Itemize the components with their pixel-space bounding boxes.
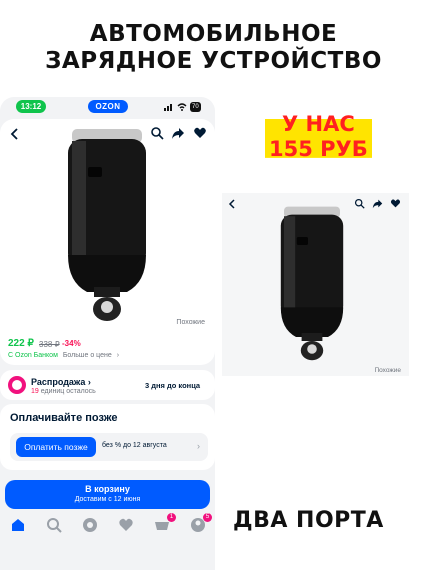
promo-line-2: 155 РУБ xyxy=(269,137,368,161)
cart-tab[interactable]: 1 xyxy=(154,513,176,533)
second-product-photo: Похожие xyxy=(222,193,409,376)
share-icon xyxy=(372,199,383,209)
favorites-icon[interactable] xyxy=(118,517,134,533)
product-photo xyxy=(68,129,146,321)
footer-caption: ДВА ПОРТА xyxy=(233,508,384,533)
discount-badge: -34% xyxy=(62,339,81,348)
price-more-link[interactable]: Больше о цене xyxy=(63,352,112,359)
sale-ring-icon xyxy=(8,376,26,394)
headline-line-2: ЗАРЯДНОЕ УСТРОЙСТВО xyxy=(45,48,382,74)
system-icons: 70 xyxy=(164,101,201,113)
home-icon[interactable] xyxy=(10,517,26,533)
chevron-right-icon: › xyxy=(116,352,120,359)
ozon-points-icon[interactable] xyxy=(82,517,98,533)
profile-tab[interactable]: 5 xyxy=(190,513,212,533)
pay-later-row[interactable]: Оплатить позже без % до 12 августа › xyxy=(10,433,208,461)
product-photo xyxy=(280,206,344,361)
profile-badge: 5 xyxy=(203,513,212,522)
search-tab-icon[interactable] xyxy=(46,517,62,533)
bank-label: С Ozon Банком xyxy=(8,352,58,359)
promo-price-banner: У НАС 155 РУБ xyxy=(265,110,372,164)
product-card: Похожие 222 ₽ 338 ₽ -34% С Ozon Банком Б… xyxy=(0,119,215,365)
phone-screenshot: 13:12 OZON 70 Похожие 222 ₽ 338 ₽ -34% С… xyxy=(0,97,215,570)
battery-icon: 70 xyxy=(190,102,201,112)
sale-title: Распродажа › xyxy=(31,377,91,387)
heart-icon xyxy=(390,199,401,208)
cart-button-label: В корзину xyxy=(85,484,130,494)
status-bar: 13:12 OZON 70 xyxy=(0,97,215,117)
similar-label[interactable]: Похожие xyxy=(176,319,205,326)
status-time: 13:12 xyxy=(16,100,46,113)
pay-later-button[interactable]: Оплатить позже xyxy=(16,437,96,457)
signal-icon xyxy=(164,104,172,111)
price: 222 ₽ xyxy=(8,338,34,349)
ozon-logo: OZON xyxy=(88,100,128,113)
pay-later-card: Оплачивайте позже Оплатить позже без % д… xyxy=(0,404,215,470)
delivery-date: Доставим с 12 июня xyxy=(74,496,141,503)
back-arrow-icon xyxy=(228,199,235,209)
bottom-tab-bar: 1 5 xyxy=(0,513,215,535)
back-arrow-icon[interactable] xyxy=(8,127,22,141)
cart-badge: 1 xyxy=(167,513,176,522)
old-price: 338 ₽ xyxy=(39,340,60,349)
sale-units-left: 19 единиц осталось xyxy=(31,388,96,395)
headline-line-1: АВТОМОБИЛЬНОЕ xyxy=(89,21,338,47)
pay-later-note: без % до 12 августа xyxy=(102,442,167,449)
promo-line-1: У НАС xyxy=(282,112,355,136)
wifi-icon xyxy=(177,103,187,111)
sale-countdown: 3 дня до конца xyxy=(145,381,201,390)
similar-label: Похожие xyxy=(374,367,401,374)
pay-later-title: Оплачивайте позже xyxy=(10,412,118,424)
add-to-cart-button[interactable]: В корзину Доставим с 12 июня xyxy=(5,480,210,509)
bank-price-row[interactable]: С Ozon Банком Больше о цене › xyxy=(8,352,119,359)
chevron-right-icon: › xyxy=(197,441,200,451)
heart-icon[interactable] xyxy=(193,126,207,140)
sale-card[interactable]: Распродажа › 19 единиц осталось 3 дня до… xyxy=(0,370,215,400)
